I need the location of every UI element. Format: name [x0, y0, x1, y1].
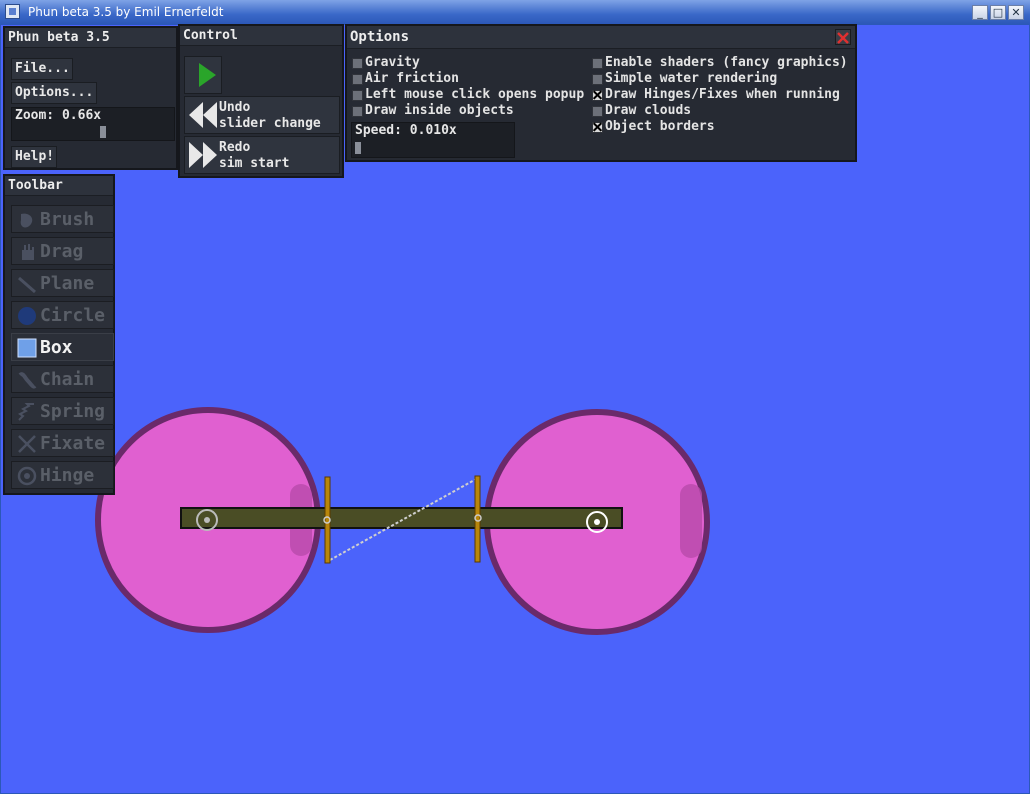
redo-label-line1: Redo: [219, 140, 251, 155]
hinge-icon: [17, 466, 37, 486]
main-panel-title: Phun beta 3.5: [5, 28, 176, 48]
left-click-popup-label: Left mouse click opens popup: [365, 87, 585, 102]
options-panel: Options Gravity Air friction Left mouse …: [345, 24, 857, 162]
drag-hand-icon: [22, 244, 34, 260]
box-icon: [17, 338, 37, 358]
undo-button[interactable]: Undo slider change: [184, 96, 340, 134]
brush-icon: [20, 213, 33, 228]
draw-inside-label: Draw inside objects: [365, 103, 514, 118]
zoom-label: Zoom: 0.66x: [15, 108, 102, 123]
object-borders-checkbox[interactable]: [592, 122, 603, 133]
fast-forward-icon: [189, 142, 217, 168]
plane-icon: [18, 276, 36, 294]
control-panel-title: Control: [180, 26, 342, 46]
options-button[interactable]: Options...: [11, 82, 97, 104]
draw-hinges-checkbox[interactable]: [592, 90, 603, 101]
close-icon: [837, 32, 849, 44]
tool-spring-label: Spring: [40, 401, 106, 422]
options-panel-title: Options: [347, 26, 855, 49]
object-borders-label: Object borders: [605, 119, 715, 134]
tool-hinge[interactable]: Hinge: [11, 461, 114, 489]
play-icon: [199, 63, 216, 87]
zoom-slider[interactable]: Zoom: 0.66x: [11, 107, 175, 141]
tool-spring[interactable]: Spring: [11, 397, 114, 425]
zoom-slider-thumb[interactable]: [100, 126, 106, 138]
redo-label-line2: sim start: [219, 156, 290, 171]
shaders-checkbox[interactable]: [592, 58, 603, 69]
air-friction-checkbox[interactable]: [352, 74, 363, 85]
tool-plane[interactable]: Plane: [11, 269, 114, 297]
tool-box-label: Box: [40, 337, 73, 358]
gravity-checkbox[interactable]: [352, 58, 363, 69]
speed-label: Speed: 0.010x: [355, 123, 457, 138]
spring-icon: [18, 403, 34, 421]
draw-clouds-checkbox[interactable]: [592, 106, 603, 117]
toolbar-panel: Toolbar Brush Drag Plane Circle Box Chai…: [3, 174, 115, 495]
play-button[interactable]: [184, 56, 222, 94]
draw-hinges-label: Draw Hinges/Fixes when running: [605, 87, 840, 102]
circle-icon: [18, 307, 36, 325]
simple-water-checkbox[interactable]: [592, 74, 603, 85]
control-panel: Control Undo slider change Redo sim star…: [178, 24, 344, 178]
tool-circle-label: Circle: [40, 305, 106, 326]
redo-button[interactable]: Redo sim start: [184, 136, 340, 174]
tool-chain-label: Chain: [40, 369, 95, 390]
shaders-label: Enable shaders (fancy graphics): [605, 55, 848, 70]
tool-brush[interactable]: Brush: [11, 205, 114, 233]
tool-chain[interactable]: Chain: [11, 365, 114, 393]
toolbar-title: Toolbar: [5, 176, 113, 196]
undo-label-line2: slider change: [219, 116, 321, 131]
gravity-label: Gravity: [365, 55, 420, 70]
options-close-button[interactable]: [835, 29, 851, 45]
simple-water-label: Simple water rendering: [605, 71, 778, 86]
draw-clouds-label: Draw clouds: [605, 103, 692, 118]
air-friction-label: Air friction: [365, 71, 459, 86]
tool-circle[interactable]: Circle: [11, 301, 114, 329]
file-button[interactable]: File...: [11, 58, 73, 80]
tool-fixate[interactable]: Fixate: [11, 429, 114, 457]
tool-hinge-label: Hinge: [40, 465, 95, 486]
main-panel: Phun beta 3.5 File... Options... Zoom: 0…: [3, 26, 178, 170]
tool-brush-label: Brush: [40, 209, 95, 230]
tool-drag-label: Drag: [40, 241, 84, 262]
rewind-icon: [189, 102, 217, 128]
left-click-popup-checkbox[interactable]: [352, 90, 363, 101]
tool-box[interactable]: Box: [11, 333, 114, 361]
speed-slider[interactable]: Speed: 0.010x: [351, 122, 515, 158]
tool-plane-label: Plane: [40, 273, 95, 294]
speed-slider-thumb[interactable]: [355, 142, 361, 154]
tool-drag[interactable]: Drag: [11, 237, 114, 265]
beam-box[interactable]: [180, 507, 623, 529]
draw-inside-checkbox[interactable]: [352, 106, 363, 117]
tool-fixate-label: Fixate: [40, 433, 106, 454]
chain-icon: [18, 372, 37, 389]
fixate-icon: [18, 435, 36, 453]
undo-label-line1: Undo: [219, 100, 251, 115]
help-button[interactable]: Help!: [11, 146, 57, 168]
